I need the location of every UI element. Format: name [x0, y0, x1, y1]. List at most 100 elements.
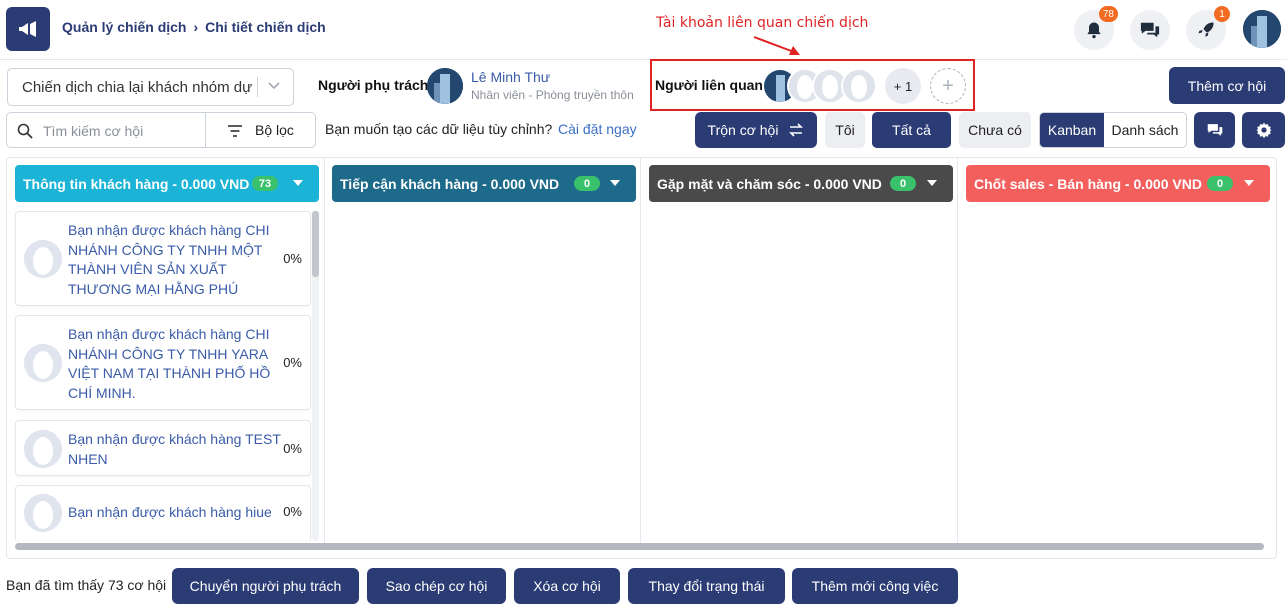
column-header[interactable]: Chốt sales - Bán hàng - 0.000 VND 0: [966, 165, 1270, 202]
scrollbar-thumb[interactable]: [312, 211, 319, 277]
select-divider: [257, 77, 258, 97]
building-photo-icon: [427, 68, 463, 104]
card-title: Bạn nhận được khách hàng TEST NHEN: [68, 431, 281, 467]
breadcrumb: Quản lý chiến dịch › Chi tiết chiến dịch: [62, 19, 326, 35]
rocket-button[interactable]: 1: [1186, 6, 1230, 50]
column-title: Chốt sales - Bán hàng - 0.000 VND: [974, 175, 1202, 192]
swap-icon: [789, 123, 804, 137]
opportunity-card[interactable]: Bạn nhận được khách hàng CHI NHÁNH CÔNG …: [15, 211, 311, 306]
delete-opportunity-button[interactable]: Xóa cơ hội: [514, 568, 620, 604]
related-more-count[interactable]: + 1: [885, 68, 921, 104]
card-title: Bạn nhận được khách hàng CHI NHÁNH CÔNG …: [68, 326, 271, 401]
chat-icon: [1140, 22, 1160, 38]
card-progress: 0%: [283, 504, 302, 519]
building-photo-icon: [1243, 10, 1281, 48]
column-header[interactable]: Gặp mặt và chăm sóc - 0.000 VND 0: [649, 165, 953, 202]
filter-mine-button[interactable]: Tôi: [825, 112, 865, 148]
add-task-button[interactable]: Thêm mới công việc: [792, 568, 958, 604]
card-progress: 0%: [283, 251, 302, 266]
opportunity-card[interactable]: Bạn nhận được khách hàng TEST NHEN 0%: [15, 420, 311, 476]
user-silhouette-icon: [24, 344, 62, 382]
caret-down-icon[interactable]: [610, 180, 620, 187]
merge-label: Trộn cơ hội: [707, 122, 779, 138]
filter-icon: [228, 125, 242, 137]
owner-name[interactable]: Lê Minh Thư: [471, 69, 550, 85]
custom-data-link[interactable]: Cài đặt ngay: [558, 121, 637, 137]
plus-icon: +: [942, 74, 954, 97]
rocket-icon: [1198, 22, 1214, 37]
user-avatar[interactable]: [1243, 10, 1281, 48]
notifications-button[interactable]: 78: [1074, 6, 1118, 50]
annotation-label: Tài khoản liên quan chiến dịch: [656, 15, 869, 31]
column-count-badge: 0: [1207, 176, 1233, 191]
search-divider: [205, 113, 206, 147]
bell-icon: [1087, 22, 1101, 39]
user-silhouette-icon: [24, 240, 62, 278]
search-icon: [17, 123, 33, 139]
merge-opportunities-button[interactable]: Trộn cơ hội: [695, 112, 817, 148]
kanban-view-button[interactable]: Kanban: [1040, 113, 1104, 147]
customer-avatar: [24, 240, 62, 278]
column-scrollbar[interactable]: [312, 211, 319, 541]
filter-none-button[interactable]: Chưa có: [959, 112, 1031, 148]
breadcrumb-parent[interactable]: Quản lý chiến dịch: [62, 19, 186, 35]
column-count-badge: 73: [252, 176, 278, 191]
search-bar: Tìm kiếm cơ hội Bộ lọc: [6, 112, 316, 148]
custom-data-question: Bạn muốn tạo các dữ liệu tùy chỉnh?: [325, 121, 553, 137]
caret-down-icon[interactable]: [927, 180, 937, 187]
add-related-button[interactable]: +: [930, 68, 966, 104]
campaign-menu-button[interactable]: [6, 7, 50, 51]
comments-button[interactable]: [1194, 112, 1235, 148]
campaign-select-value: Chiến dịch chia lại khách nhóm dự p: [22, 78, 258, 96]
column-divider: [640, 158, 641, 544]
rocket-badge: 1: [1214, 6, 1230, 22]
chevron-down-icon: [268, 82, 280, 90]
notifications-badge: 78: [1098, 6, 1118, 22]
chat-icon: [1207, 124, 1222, 136]
results-count: Bạn đã tìm thấy 73 cơ hội: [6, 577, 167, 593]
card-progress: 0%: [283, 441, 302, 456]
filter-button[interactable]: Bộ lọc: [255, 122, 294, 138]
breadcrumb-current: Chi tiết chiến dịch: [205, 19, 326, 35]
owner-avatar[interactable]: [427, 68, 463, 104]
related-label: Người liên quan: [655, 77, 763, 93]
list-view-button[interactable]: Danh sách: [1104, 113, 1186, 147]
user-silhouette-icon: [24, 494, 62, 532]
column-header[interactable]: Thông tin khách hàng - 0.000 VND 73: [15, 165, 319, 202]
customer-avatar: [24, 430, 62, 468]
owner-role: Nhân viên - Phòng truyền thôn: [471, 88, 634, 102]
board-horizontal-scrollbar[interactable]: [15, 543, 1264, 550]
add-opportunity-button[interactable]: Thêm cơ hội: [1169, 67, 1285, 104]
owner-label: Người phụ trách: [318, 77, 429, 93]
caret-down-icon[interactable]: [293, 180, 303, 187]
transfer-owner-button[interactable]: Chuyển người phụ trách: [172, 568, 359, 604]
search-input[interactable]: Tìm kiếm cơ hội: [43, 123, 143, 139]
customer-avatar: [24, 344, 62, 382]
filter-all-button[interactable]: Tất cả: [872, 112, 951, 148]
caret-down-icon[interactable]: [1244, 180, 1254, 187]
view-toggle: Kanban Danh sách: [1039, 112, 1187, 148]
opportunity-card[interactable]: Bạn nhận được khách hàng hiue 0%: [15, 485, 311, 540]
column-header[interactable]: Tiếp cận khách hàng - 0.000 VND 0: [332, 165, 636, 202]
card-progress: 0%: [283, 355, 302, 370]
customer-avatar: [24, 494, 62, 532]
megaphone-icon: [19, 21, 36, 37]
change-status-button[interactable]: Thay đổi trạng thái: [628, 568, 785, 604]
column-divider: [957, 158, 958, 544]
column-title: Thông tin khách hàng - 0.000 VND: [23, 175, 250, 192]
chevron-right-icon: ›: [193, 19, 199, 35]
related-avatar[interactable]: [841, 68, 877, 104]
column-divider: [324, 158, 325, 544]
settings-button[interactable]: [1242, 112, 1285, 148]
column-title: Tiếp cận khách hàng - 0.000 VND: [340, 175, 560, 192]
annotation-arrow-icon: [753, 36, 800, 55]
chat-button[interactable]: [1130, 10, 1170, 50]
campaign-select[interactable]: Chiến dịch chia lại khách nhóm dự p: [7, 68, 294, 106]
card-title: Bạn nhận được khách hàng CHI NHÁNH CÔNG …: [68, 222, 270, 297]
opportunity-card[interactable]: Bạn nhận được khách hàng CHI NHÁNH CÔNG …: [15, 315, 311, 410]
user-silhouette-icon: [24, 430, 62, 468]
card-title: Bạn nhận được khách hàng hiue: [68, 504, 272, 520]
column-count-badge: 0: [574, 176, 600, 191]
copy-opportunity-button[interactable]: Sao chép cơ hội: [367, 568, 506, 604]
gear-icon: [1256, 122, 1271, 139]
